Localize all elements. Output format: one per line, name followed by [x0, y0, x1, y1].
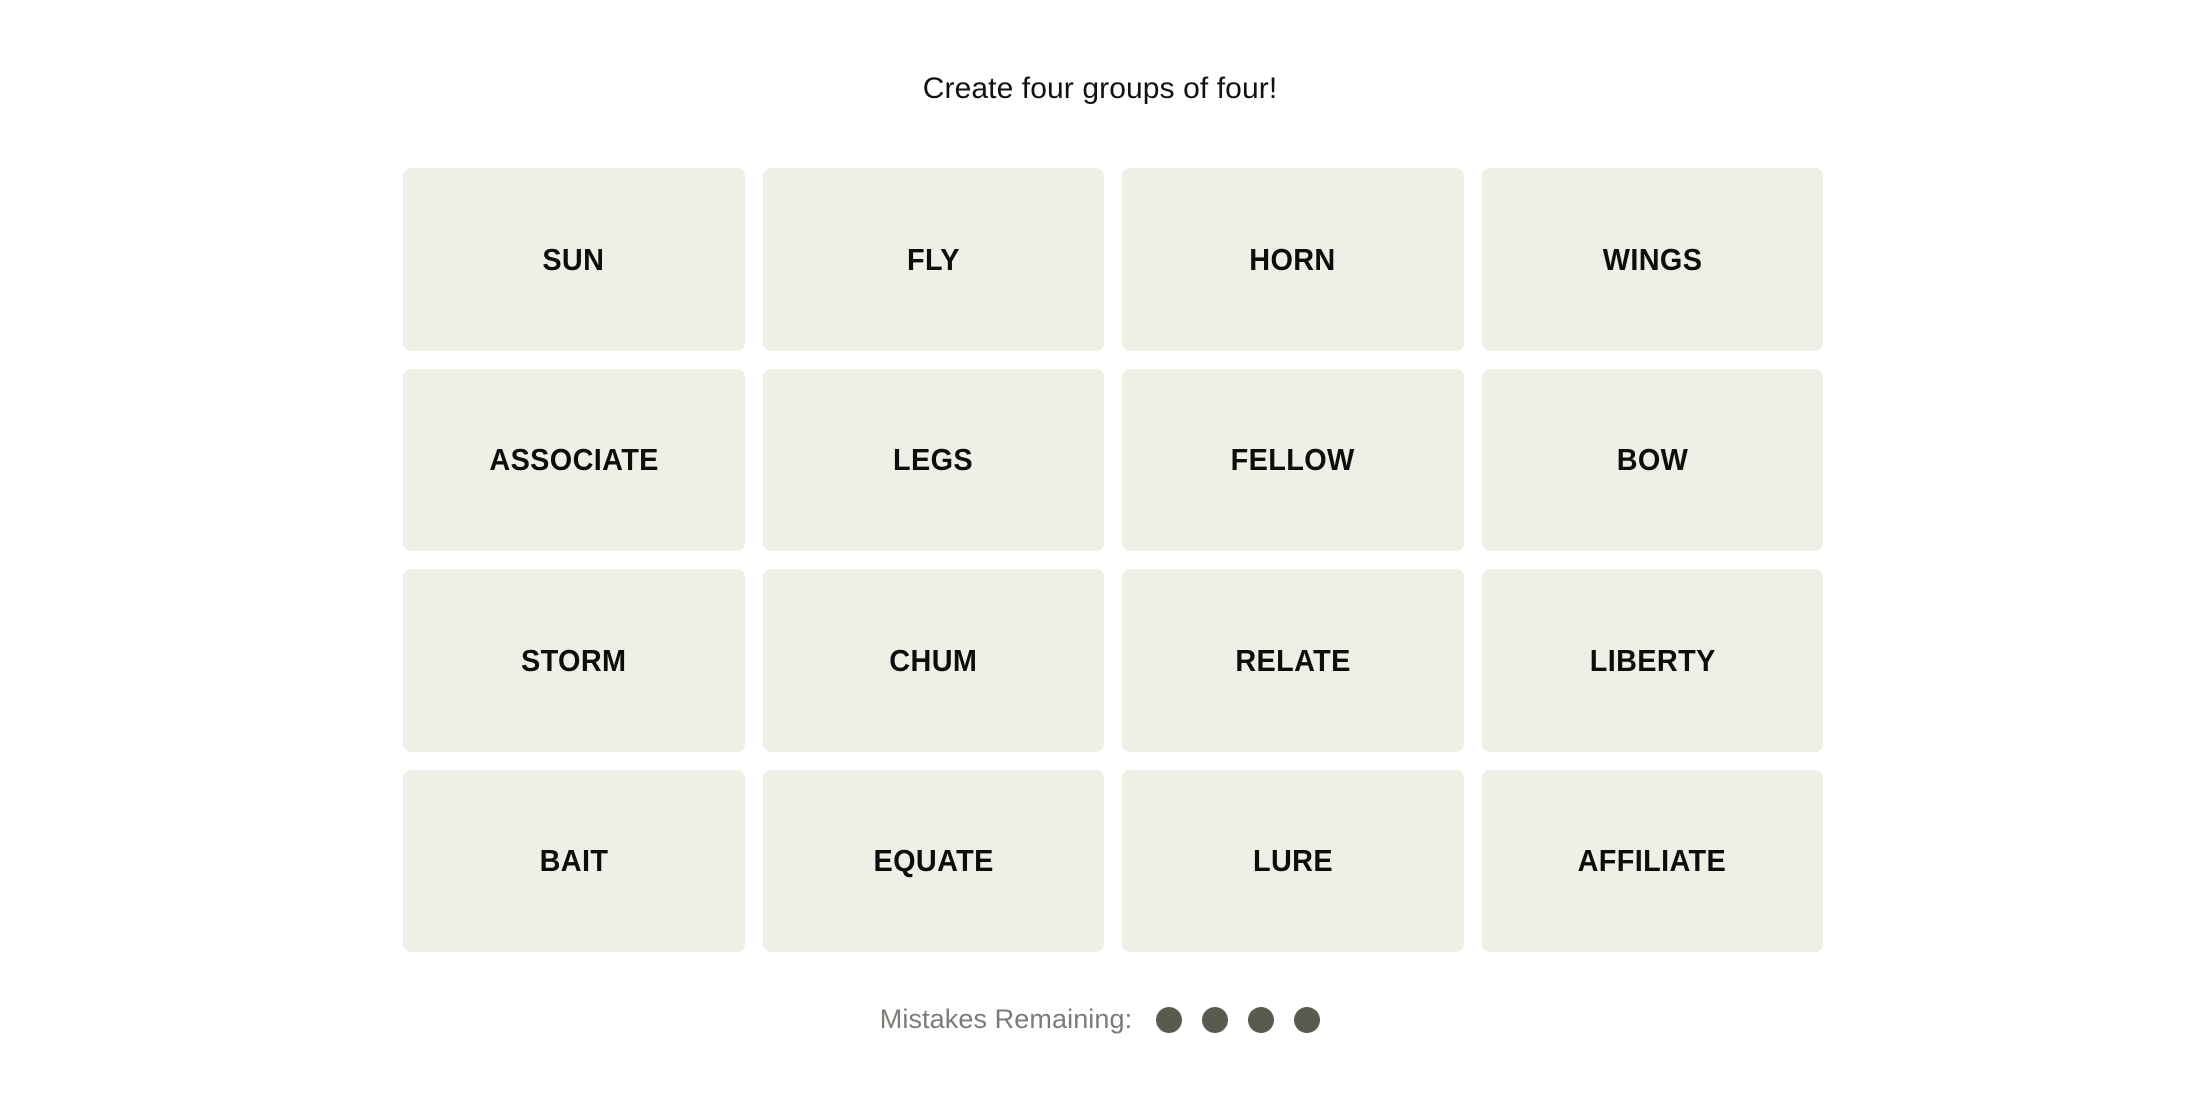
word-tile-label: AFFILIATE: [1577, 843, 1727, 879]
word-tile-label: LEGS: [893, 442, 974, 478]
word-tile[interactable]: FELLOW: [1122, 368, 1464, 551]
word-tile-label: FLY: [906, 241, 960, 277]
word-tile-label: RELATE: [1235, 642, 1351, 678]
word-tile-label: WINGS: [1602, 241, 1703, 277]
word-tile[interactable]: BOW: [1481, 368, 1823, 551]
word-tile-label: EQUATE: [873, 843, 994, 879]
word-tile[interactable]: CHUM: [762, 569, 1104, 752]
mistake-dot: [1294, 1006, 1321, 1033]
word-tile-label: STORM: [521, 642, 627, 678]
word-grid: SUN FLY HORN WINGS ASSOCIATE LEGS FELLOW BOW STO…: [403, 168, 1823, 952]
word-tile[interactable]: FLY: [762, 168, 1104, 351]
word-tile[interactable]: AFFILIATE: [1481, 769, 1823, 952]
page-title: Create four groups of four!: [922, 72, 1278, 105]
header: Create four groups of four!: [0, 74, 2200, 104]
word-tile-label: BAIT: [539, 843, 609, 879]
word-tile[interactable]: HORN: [1122, 168, 1464, 351]
word-tile-label: SUN: [542, 241, 605, 277]
connections-game: Create four groups of four! SUN FLY HORN WI…: [0, 0, 2200, 1100]
word-tile-label: CHUM: [889, 642, 978, 678]
word-tile[interactable]: BAIT: [403, 769, 745, 952]
mistake-dot: [1156, 1006, 1183, 1033]
mistake-dot: [1202, 1006, 1229, 1033]
word-tile[interactable]: LIBERTY: [1481, 569, 1823, 752]
mistakes-remaining: Mistakes Remaining:: [0, 1006, 2200, 1033]
word-tile[interactable]: STORM: [403, 569, 745, 752]
word-tile[interactable]: WINGS: [1481, 168, 1823, 351]
mistake-dot: [1248, 1006, 1275, 1033]
word-tile-label: LURE: [1252, 843, 1333, 879]
word-tile-label: ASSOCIATE: [489, 442, 659, 478]
mistakes-dot-list: [1156, 1006, 1321, 1033]
word-tile-label: BOW: [1616, 442, 1689, 478]
word-tile[interactable]: EQUATE: [762, 769, 1104, 952]
word-tile[interactable]: LEGS: [762, 368, 1104, 551]
word-tile-label: HORN: [1249, 241, 1336, 277]
word-tile[interactable]: ASSOCIATE: [403, 368, 745, 551]
word-tile-label: FELLOW: [1230, 442, 1355, 478]
word-tile-label: LIBERTY: [1589, 642, 1716, 678]
mistakes-remaining-label: Mistakes Remaining:: [879, 1004, 1133, 1034]
word-tile[interactable]: SUN: [403, 168, 745, 351]
word-tile[interactable]: LURE: [1122, 769, 1464, 952]
word-tile[interactable]: RELATE: [1122, 569, 1464, 752]
